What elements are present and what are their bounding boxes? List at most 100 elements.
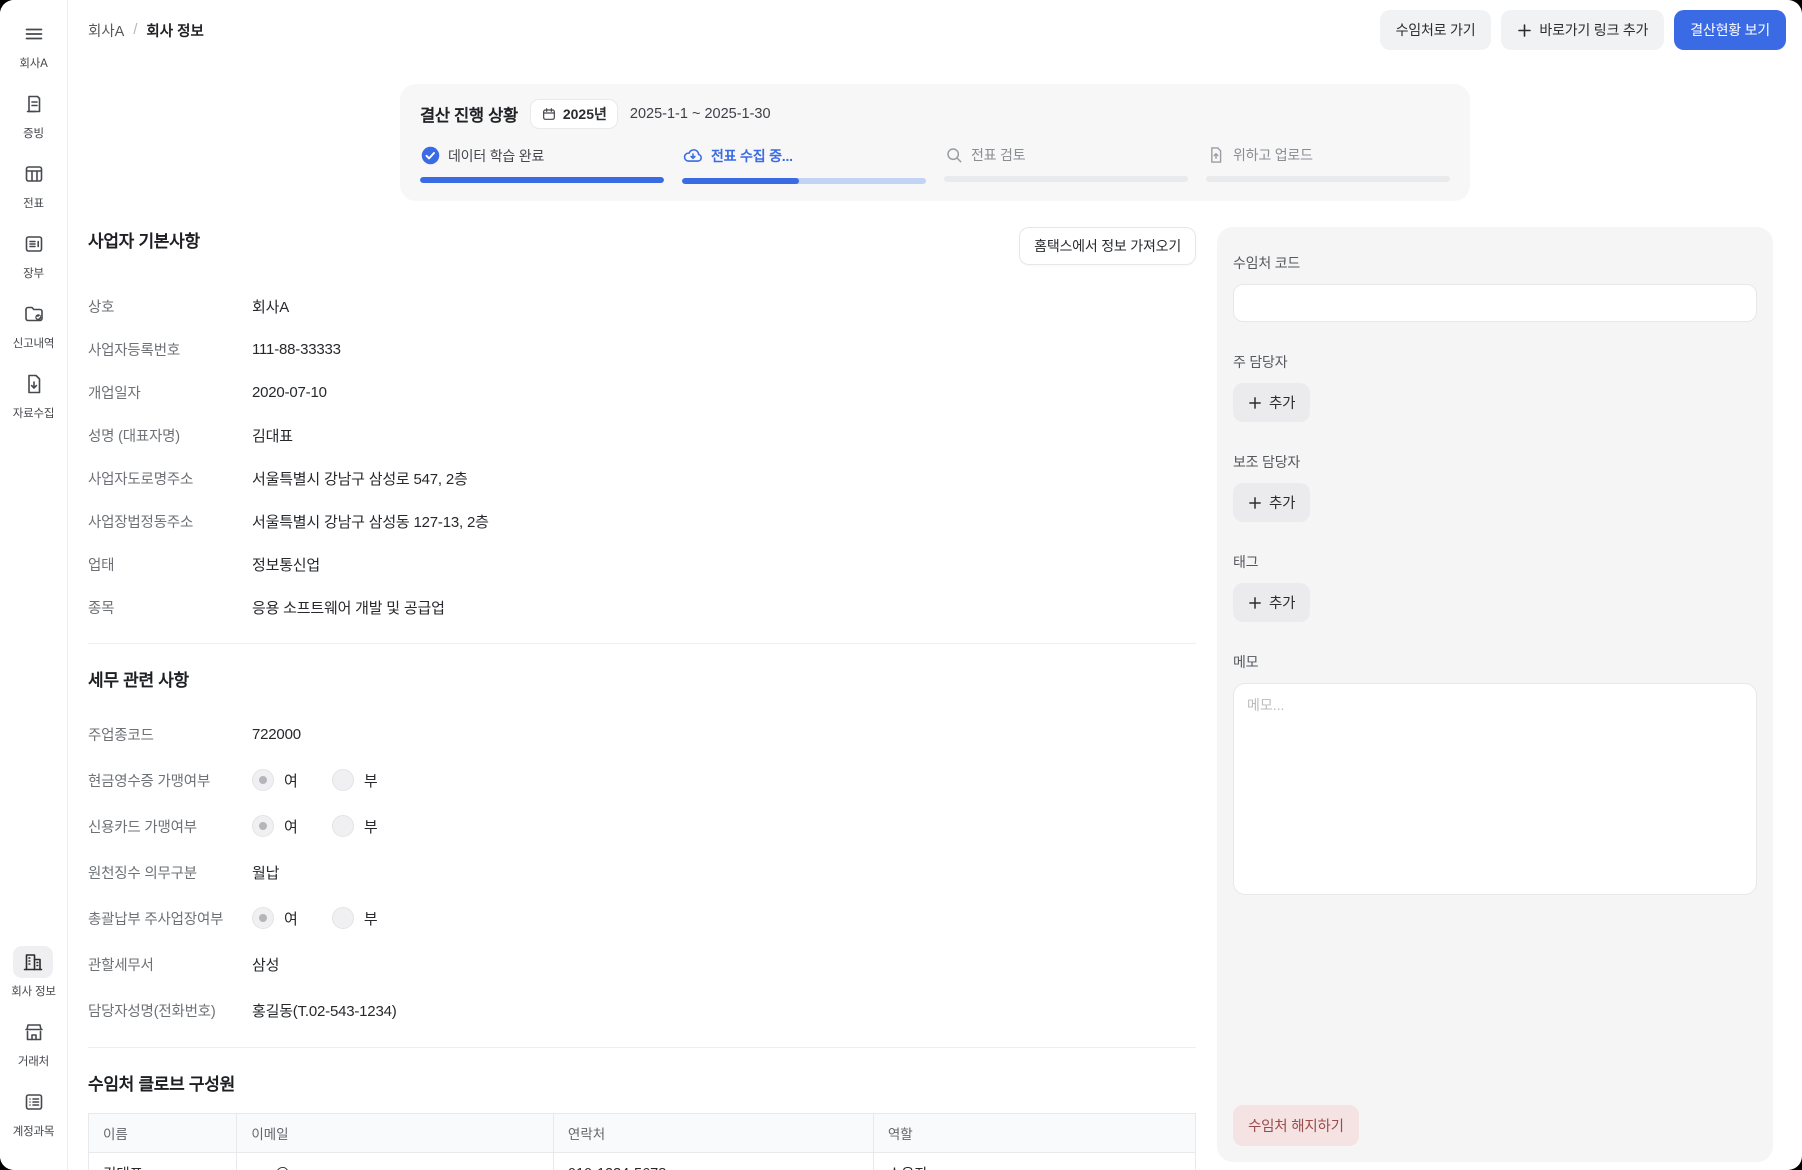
add-tag-button[interactable]: 추가 <box>1233 583 1310 622</box>
field-row: 상호회사A <box>88 285 1196 328</box>
member-role: 소유자 <box>873 1153 1195 1170</box>
field-value: 2020-07-10 <box>252 384 327 401</box>
sidebar-item-ledger[interactable]: 장부 <box>14 228 54 281</box>
cloud-download-icon <box>682 145 704 167</box>
radio-yes-label: 여 <box>284 770 298 791</box>
radio-yes-label: 여 <box>284 908 298 929</box>
go-client-button[interactable]: 수임처로 가기 <box>1380 10 1492 50</box>
memo-label: 메모 <box>1233 652 1757 672</box>
progress-steps: 데이터 학습 완료 전표 수집 중... <box>420 145 1450 184</box>
breadcrumb: 회사A / 회사 정보 <box>88 20 204 41</box>
field-label: 신용카드 가맹여부 <box>88 816 252 837</box>
folder-check-icon <box>22 302 46 326</box>
field-row: 현금영수증 가맹여부 여 부 <box>88 757 1196 803</box>
field-row: 업태정보통신업 <box>88 543 1196 586</box>
field-label: 원천징수 의무구분 <box>88 862 252 883</box>
sidebar-menu-toggle[interactable]: 회사A <box>14 18 54 71</box>
radio-no-label: 부 <box>364 908 378 929</box>
field-row: 사업자등록번호111-88-33333 <box>88 328 1196 371</box>
terminate-client-button[interactable]: 수임처 해지하기 <box>1233 1105 1359 1146</box>
sidebar-item-filings[interactable]: 신고내역 <box>13 298 55 351</box>
radio-no[interactable] <box>332 769 354 791</box>
field-label: 주업종코드 <box>88 724 252 745</box>
client-code-label: 수임처 코드 <box>1233 253 1757 273</box>
add-primary-manager-button[interactable]: 추가 <box>1233 383 1310 422</box>
field-row: 사업장법정동주소서울특별시 강남구 삼성동 127-13, 2층 <box>88 500 1196 543</box>
members-table: 이름 이메일 연락처 역할 김대표 ceo@acompany.com 010-1… <box>88 1113 1196 1170</box>
tax-info-title: 세무 관련 사항 <box>88 671 189 690</box>
go-client-label: 수임처로 가기 <box>1396 20 1476 40</box>
radio-no-label: 부 <box>364 770 378 791</box>
field-row: 개업일자2020-07-10 <box>88 371 1196 414</box>
radio-yes[interactable] <box>252 907 274 929</box>
field-label: 업태 <box>88 554 252 575</box>
sidebar-item-label: 증빙 <box>23 125 44 141</box>
terminate-client-label: 수임처 해지하기 <box>1248 1115 1344 1136</box>
receipt-icon <box>22 92 46 116</box>
field-label: 상호 <box>88 296 252 317</box>
sidebar: 회사A 증빙 전표 장부 신고내역 <box>0 0 68 1170</box>
view-settlement-label: 결산현황 보기 <box>1690 20 1770 40</box>
field-label: 사업자등록번호 <box>88 339 252 360</box>
storefront-icon <box>22 1020 46 1044</box>
field-label: 총괄납부 주사업장여부 <box>88 908 252 929</box>
field-label: 사업자도로명주소 <box>88 468 252 489</box>
field-row: 사업자도로명주소서울특별시 강남구 삼성로 547, 2층 <box>88 457 1196 500</box>
radio-yes[interactable] <box>252 769 274 791</box>
sidebar-item-label: 신고내역 <box>13 335 55 351</box>
hometax-import-label: 홈택스에서 정보 가져오기 <box>1034 236 1181 256</box>
sidebar-item-accounts[interactable]: 계정과목 <box>13 1086 55 1139</box>
field-value: 응용 소프트웨어 개발 및 공급업 <box>252 597 445 618</box>
step-label: 전표 검토 <box>971 145 1025 165</box>
radio-yes[interactable] <box>252 815 274 837</box>
progress-step-slip-review: 전표 검토 <box>944 145 1188 184</box>
sidebar-item-label: 거래처 <box>18 1053 49 1069</box>
field-value: 월납 <box>252 862 279 883</box>
year-selector[interactable]: 2025년 <box>530 99 618 129</box>
column-header-role: 역할 <box>873 1114 1195 1153</box>
sidebar-item-evidence[interactable]: 증빙 <box>14 88 54 141</box>
add-button-label: 추가 <box>1269 392 1295 413</box>
plus-icon <box>1517 23 1532 38</box>
progress-date-range: 2025-1-1 ~ 2025-1-30 <box>630 106 771 122</box>
add-shortcut-button[interactable]: 바로가기 링크 추가 <box>1501 10 1664 50</box>
main-area: 회사A / 회사 정보 수임처로 가기 바로가기 링크 추가 결산현황 보기 <box>68 0 1802 1170</box>
view-settlement-button[interactable]: 결산현황 보기 <box>1674 10 1786 50</box>
field-label: 관할세무서 <box>88 954 252 975</box>
ledger-icon <box>22 232 46 256</box>
file-upload-icon <box>1206 145 1226 165</box>
tag-label: 태그 <box>1233 552 1757 572</box>
sidebar-item-partners[interactable]: 거래처 <box>14 1016 54 1069</box>
field-value: 722000 <box>252 726 301 743</box>
field-label: 성명 (대표자명) <box>88 425 252 446</box>
sidebar-item-company-info[interactable]: 회사 정보 <box>11 946 56 999</box>
memo-textarea[interactable] <box>1233 683 1757 895</box>
breadcrumb-company[interactable]: 회사A <box>88 20 124 41</box>
step-label: 전표 수집 중... <box>711 146 793 166</box>
client-code-input[interactable] <box>1233 284 1757 322</box>
client-side-panel: 수임처 코드 주 담당자 추가 보조 담당자 <box>1217 227 1773 1162</box>
field-row: 담당자성명(전화번호)홍길동(T.02-543-1234) <box>88 987 1196 1033</box>
radio-no[interactable] <box>332 907 354 929</box>
member-name: 김대표 <box>89 1153 237 1170</box>
sidebar-item-data-collection[interactable]: 자료수집 <box>13 368 55 421</box>
radio-no[interactable] <box>332 815 354 837</box>
company-info-content: 사업자 기본사항 홈택스에서 정보 가져오기 상호회사A 사업자등록번호111-… <box>88 227 1196 1170</box>
table-header-row: 이름 이메일 연락처 역할 <box>89 1114 1196 1153</box>
add-secondary-manager-button[interactable]: 추가 <box>1233 483 1310 522</box>
sidebar-item-slips[interactable]: 전표 <box>14 158 54 211</box>
check-circle-icon <box>420 145 441 166</box>
table-row[interactable]: 김대표 ceo@acompany.com 010-1234-5678 소유자 <box>89 1153 1196 1170</box>
field-value: 서울특별시 강남구 삼성동 127-13, 2층 <box>252 511 489 532</box>
breadcrumb-separator: / <box>133 22 137 38</box>
sidebar-item-label: 장부 <box>23 265 44 281</box>
field-label: 현금영수증 가맹여부 <box>88 770 252 791</box>
section-divider <box>88 1047 1196 1048</box>
hometax-import-button[interactable]: 홈택스에서 정보 가져오기 <box>1019 227 1196 265</box>
field-value: 회사A <box>252 296 289 317</box>
breadcrumb-current: 회사 정보 <box>146 20 203 41</box>
member-phone: 010-1234-5678 <box>553 1153 873 1170</box>
field-row: 원천징수 의무구분월납 <box>88 849 1196 895</box>
plus-icon <box>1248 596 1262 610</box>
progress-step-slip-collection: 전표 수집 중... <box>682 145 926 184</box>
